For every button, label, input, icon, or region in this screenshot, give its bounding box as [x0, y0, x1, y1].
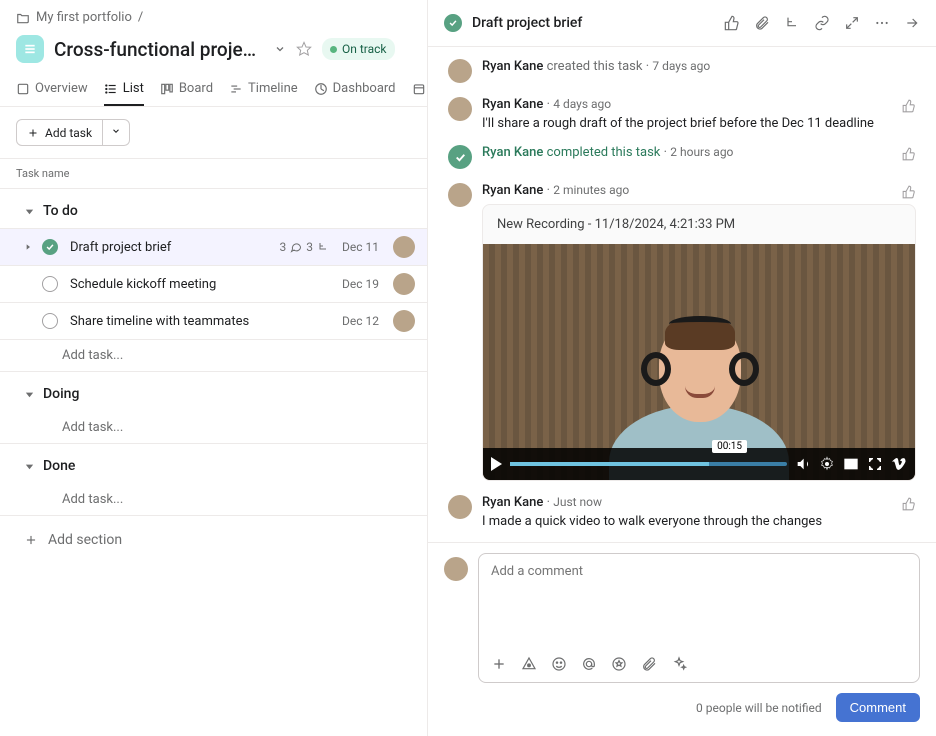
volume-icon[interactable] — [795, 456, 811, 472]
chevron-down-icon[interactable] — [274, 43, 286, 55]
gear-icon[interactable] — [819, 456, 835, 472]
mention-icon[interactable] — [581, 656, 597, 672]
notify-text: 0 people will be notified — [696, 701, 822, 715]
subtask-icon — [317, 241, 329, 253]
expand-icon[interactable] — [24, 240, 34, 255]
task-row-share-timeline[interactable]: Share timeline with teammates Dec 12 — [0, 302, 427, 340]
tab-timeline[interactable]: Timeline — [229, 75, 298, 106]
attachment-icon[interactable] — [754, 15, 770, 31]
task-due: Dec 12 — [337, 314, 379, 328]
avatar[interactable] — [448, 495, 472, 519]
task-complete-check[interactable] — [42, 276, 58, 292]
activity-comment-video: Ryan Kane · 2 minutes ago New Recording … — [448, 183, 916, 481]
like-icon[interactable] — [902, 147, 916, 165]
status-dot-icon — [330, 46, 337, 53]
activity-completed: Ryan Kane completed this task · 2 hours … — [448, 145, 916, 169]
task-row-draft-brief[interactable]: Draft project brief 3 3 Dec 11 — [0, 228, 427, 266]
pip-icon[interactable] — [843, 456, 859, 472]
assignee-avatar[interactable] — [393, 236, 415, 258]
task-due: Dec 19 — [337, 277, 379, 291]
task-name: Draft project brief — [66, 240, 272, 255]
assignee-avatar[interactable] — [393, 310, 415, 332]
appreciation-icon[interactable] — [611, 656, 627, 672]
add-section-button[interactable]: Add section — [0, 516, 427, 564]
project-title[interactable]: Cross-functional projec... — [54, 38, 264, 61]
status-pill[interactable]: On track — [322, 38, 395, 60]
breadcrumb-portfolio[interactable]: My first portfolio — [36, 10, 132, 25]
video-time: 00:15 — [712, 440, 747, 453]
comment-button[interactable]: Comment — [836, 693, 920, 722]
plus-icon — [24, 533, 38, 547]
task-complete-check[interactable] — [42, 313, 58, 329]
activity-comment-1: Ryan Kane · 4 days ago I'll share a roug… — [448, 97, 916, 131]
task-name: Share timeline with teammates — [66, 314, 329, 329]
subtask-icon[interactable] — [784, 15, 800, 31]
vimeo-icon[interactable] — [891, 456, 907, 472]
avatar[interactable] — [448, 183, 472, 207]
video-scrubber[interactable]: 00:15 — [510, 462, 787, 466]
task-row-kickoff[interactable]: Schedule kickoff meeting Dec 19 — [0, 265, 427, 303]
activity-created: Ryan Kane created this task · 7 days ago — [448, 59, 916, 83]
like-icon[interactable] — [902, 185, 916, 203]
tab-board[interactable]: Board — [160, 75, 213, 106]
add-task-inline-doing[interactable]: Add task... — [0, 412, 427, 444]
task-complete-check[interactable] — [42, 239, 58, 255]
section-doing[interactable]: Doing — [0, 372, 427, 412]
tab-dashboard[interactable]: Dashboard — [314, 75, 396, 106]
task-due: Dec 11 — [337, 240, 379, 254]
link-icon[interactable] — [814, 15, 830, 31]
close-panel-icon[interactable] — [904, 15, 920, 31]
plus-icon[interactable] — [491, 656, 507, 672]
tab-calendar[interactable]: C — [412, 75, 427, 106]
add-task-dropdown[interactable] — [103, 119, 130, 146]
tab-overview[interactable]: Overview — [16, 75, 88, 106]
comment-icon — [290, 241, 302, 253]
breadcrumb: My first portfolio / — [0, 0, 427, 25]
detail-complete-check[interactable] — [444, 14, 462, 32]
emoji-icon[interactable] — [551, 656, 567, 672]
ai-icon[interactable] — [671, 656, 687, 672]
chevron-down-icon — [111, 126, 121, 136]
task-meta: 3 3 — [280, 240, 330, 254]
add-task-inline-done[interactable]: Add task... — [0, 484, 427, 516]
star-icon[interactable] — [296, 41, 312, 57]
record-icon[interactable] — [521, 656, 537, 672]
section-todo[interactable]: To do — [0, 189, 427, 229]
comment-input[interactable] — [491, 564, 907, 594]
expand-icon[interactable] — [844, 15, 860, 31]
like-icon[interactable] — [902, 497, 916, 515]
add-task-button[interactable]: Add task — [16, 119, 103, 146]
video-attachment[interactable]: New Recording - 11/18/2024, 4:21:33 PM 0… — [482, 204, 916, 481]
task-name: Schedule kickoff meeting — [66, 277, 329, 292]
chevron-down-icon — [24, 461, 35, 472]
play-icon[interactable] — [491, 457, 502, 471]
activity-comment-2: Ryan Kane · Just now I made a quick vide… — [448, 495, 916, 529]
chevron-down-icon — [24, 206, 35, 217]
chevron-down-icon — [24, 389, 35, 400]
like-icon[interactable] — [724, 15, 740, 31]
plus-icon — [27, 127, 39, 139]
detail-title[interactable]: Draft project brief — [472, 15, 714, 31]
avatar — [444, 557, 468, 581]
like-icon[interactable] — [902, 99, 916, 117]
project-icon[interactable] — [16, 35, 44, 63]
fullscreen-icon[interactable] — [867, 456, 883, 472]
check-icon — [448, 145, 472, 169]
folder-icon — [16, 11, 30, 25]
video-title: New Recording - 11/18/2024, 4:21:33 PM — [483, 205, 915, 244]
breadcrumb-sep: / — [138, 10, 143, 25]
attachment-icon[interactable] — [641, 656, 657, 672]
tab-list[interactable]: List — [104, 75, 144, 106]
add-task-inline-todo[interactable]: Add task... — [0, 340, 427, 372]
more-icon[interactable] — [874, 15, 890, 31]
section-done[interactable]: Done — [0, 444, 427, 484]
avatar[interactable] — [448, 97, 472, 121]
avatar[interactable] — [448, 59, 472, 83]
column-header-task-name: Task name — [0, 159, 427, 189]
assignee-avatar[interactable] — [393, 273, 415, 295]
status-label: On track — [342, 42, 387, 56]
